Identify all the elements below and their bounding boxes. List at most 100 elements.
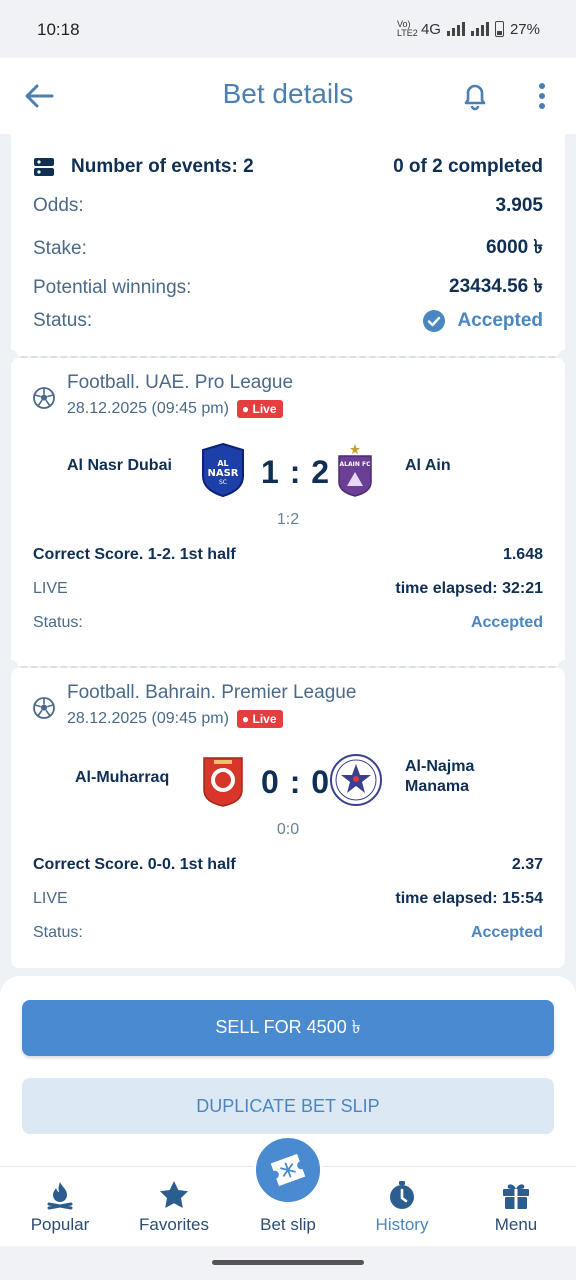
- event-status-row: Status: Accepted: [33, 924, 543, 942]
- volte-indicator: Vo) LTE2: [396, 19, 418, 38]
- bet-summary-card: Number of events: 2 0 of 2 completed Odd…: [11, 134, 565, 356]
- event-status-label: Status:: [33, 614, 83, 631]
- status-value: Accepted: [457, 310, 543, 331]
- duplicate-bet-slip-button[interactable]: DUPLICATE BET SLIP: [22, 1078, 554, 1134]
- signal-icon: [446, 22, 465, 36]
- ticket-snowflake-icon: [270, 1153, 306, 1187]
- al-najma-logo: [330, 754, 382, 806]
- battery-icon: [494, 21, 504, 37]
- campfire-icon: [47, 1182, 73, 1210]
- betslip-fab[interactable]: [253, 1135, 323, 1205]
- event-date: 28.12.2025 (09:45 pm) ● Live: [67, 400, 283, 418]
- bet-details-content[interactable]: Number of events: 2 0 of 2 completed Odd…: [0, 134, 576, 984]
- live-badge: ● Live: [236, 710, 283, 728]
- completed-count: 0 of 2 completed: [393, 156, 543, 177]
- league-name: Football. Bahrain. Premier League: [67, 682, 357, 703]
- winnings-row: Potential winnings: 23434.56 ৳: [33, 272, 543, 304]
- events-list-icon: [34, 158, 54, 176]
- match-score: 0 : 0: [261, 764, 331, 800]
- nav-favorites-label: Favorites: [139, 1215, 209, 1234]
- nav-favorites[interactable]: Favorites: [124, 1167, 224, 1247]
- svg-text:AL: AL: [217, 459, 228, 468]
- nav-popular-label: Popular: [30, 1215, 90, 1234]
- odds-label: Odds:: [33, 195, 84, 216]
- away-team-line-2: Manama: [405, 778, 470, 795]
- away-team: Al-Najma Manama: [405, 757, 474, 797]
- svg-text:NASR: NASR: [207, 468, 238, 479]
- status-bar: 10:18 Vo) LTE2 4G 27%: [0, 0, 576, 58]
- svg-text:SC: SC: [219, 479, 227, 486]
- bet-market: Correct Score. 1-2. 1st half: [33, 546, 236, 563]
- football-icon: [33, 697, 55, 719]
- live-badge-label: Live: [252, 712, 277, 726]
- live-badge-label: Live: [252, 402, 277, 416]
- nav-popular[interactable]: Popular: [10, 1167, 110, 1247]
- gift-icon: [503, 1184, 529, 1209]
- time-elapsed: time elapsed: 32:21: [395, 580, 543, 597]
- svg-text:ALAIN FC: ALAIN FC: [340, 461, 372, 468]
- sub-score: 0:0: [276, 821, 300, 838]
- bet-odds: 1.648: [502, 546, 543, 563]
- away-team-line-1: Al-Najma: [405, 758, 475, 775]
- status-time: 10:18: [37, 20, 80, 39]
- bet-market-row: Correct Score. 1-2. 1st half 1.648: [33, 546, 543, 564]
- app-header: Bet details: [0, 58, 576, 134]
- odds-value: 3.905: [495, 195, 543, 216]
- league-name: Football. UAE. Pro League: [67, 372, 294, 393]
- check-circle-icon: [423, 310, 446, 332]
- stopwatch-icon: [390, 1181, 414, 1209]
- events-row: Number of events: 2 0 of 2 completed: [33, 156, 543, 178]
- network-type: 4G: [420, 20, 441, 38]
- al-ain-logo: ALAIN FC: [338, 444, 372, 497]
- battery-level: 27%: [509, 20, 540, 38]
- live-badge: ● Live: [236, 400, 283, 418]
- events-count: Number of events: 2: [71, 156, 254, 177]
- stake-label: Stake:: [33, 238, 87, 259]
- event-status-value: Accepted: [470, 614, 543, 631]
- nav-menu-label: Menu: [494, 1215, 538, 1234]
- al-muharraq-logo: [203, 757, 243, 807]
- star-icon: [160, 1181, 188, 1208]
- system-gesture-area: [0, 1246, 576, 1280]
- bell-icon: [464, 84, 486, 111]
- al-nasr-logo: AL NASR SC: [202, 442, 244, 498]
- notifications-button[interactable]: [458, 78, 492, 112]
- winnings-value: 23434.56 ৳: [449, 276, 543, 297]
- nav-history[interactable]: History: [352, 1167, 452, 1247]
- live-label: LIVE: [33, 580, 68, 597]
- nav-menu[interactable]: Menu: [466, 1167, 566, 1247]
- bet-market-row: Correct Score. 0-0. 1st half 2.37: [33, 856, 543, 874]
- nav-betslip-label: Bet slip: [260, 1215, 316, 1234]
- stake-row: Stake: 6000 ৳: [33, 233, 543, 265]
- bet-odds: 2.37: [511, 856, 543, 873]
- time-elapsed: time elapsed: 15:54: [395, 890, 543, 907]
- status-label: Status:: [33, 310, 93, 331]
- football-icon: [33, 387, 55, 409]
- sell-button[interactable]: SELL FOR 4500 ৳: [22, 1000, 554, 1056]
- event-status-value: Accepted: [470, 924, 543, 941]
- match-score: 1 : 2: [261, 454, 331, 490]
- nav-history-label: History: [375, 1215, 429, 1234]
- live-label: LIVE: [33, 890, 68, 907]
- home-team: Al-Muharraq: [75, 769, 170, 786]
- event-card[interactable]: Football. UAE. Pro League 28.12.2025 (09…: [11, 358, 565, 666]
- sub-score: 1:2: [276, 511, 300, 528]
- more-options-button[interactable]: [530, 80, 554, 112]
- event-status-label: Status:: [33, 924, 83, 941]
- signal-icon-2: [470, 22, 489, 36]
- event-status-row: Status: Accepted: [33, 614, 543, 632]
- away-team: Al Ain: [405, 457, 451, 474]
- more-vertical-icon: [539, 83, 545, 109]
- bet-market: Correct Score. 0-0. 1st half: [33, 856, 236, 873]
- event-datetime: 28.12.2025 (09:45 pm): [67, 400, 229, 417]
- home-team: Al Nasr Dubai: [67, 457, 172, 474]
- stake-value: 6000 ৳: [485, 237, 543, 258]
- event-card[interactable]: Football. Bahrain. Premier League 28.12.…: [11, 668, 565, 968]
- live-row: LIVE time elapsed: 15:54: [33, 890, 543, 908]
- home-gesture-bar[interactable]: [212, 1260, 364, 1265]
- status-row: Status: Accepted: [33, 310, 543, 332]
- status-icons: Vo) LTE2 4G 27%: [397, 20, 540, 38]
- event-date: 28.12.2025 (09:45 pm) ● Live: [67, 710, 283, 728]
- winnings-label: Potential winnings:: [33, 277, 192, 298]
- odds-row: Odds: 3.905: [33, 195, 543, 217]
